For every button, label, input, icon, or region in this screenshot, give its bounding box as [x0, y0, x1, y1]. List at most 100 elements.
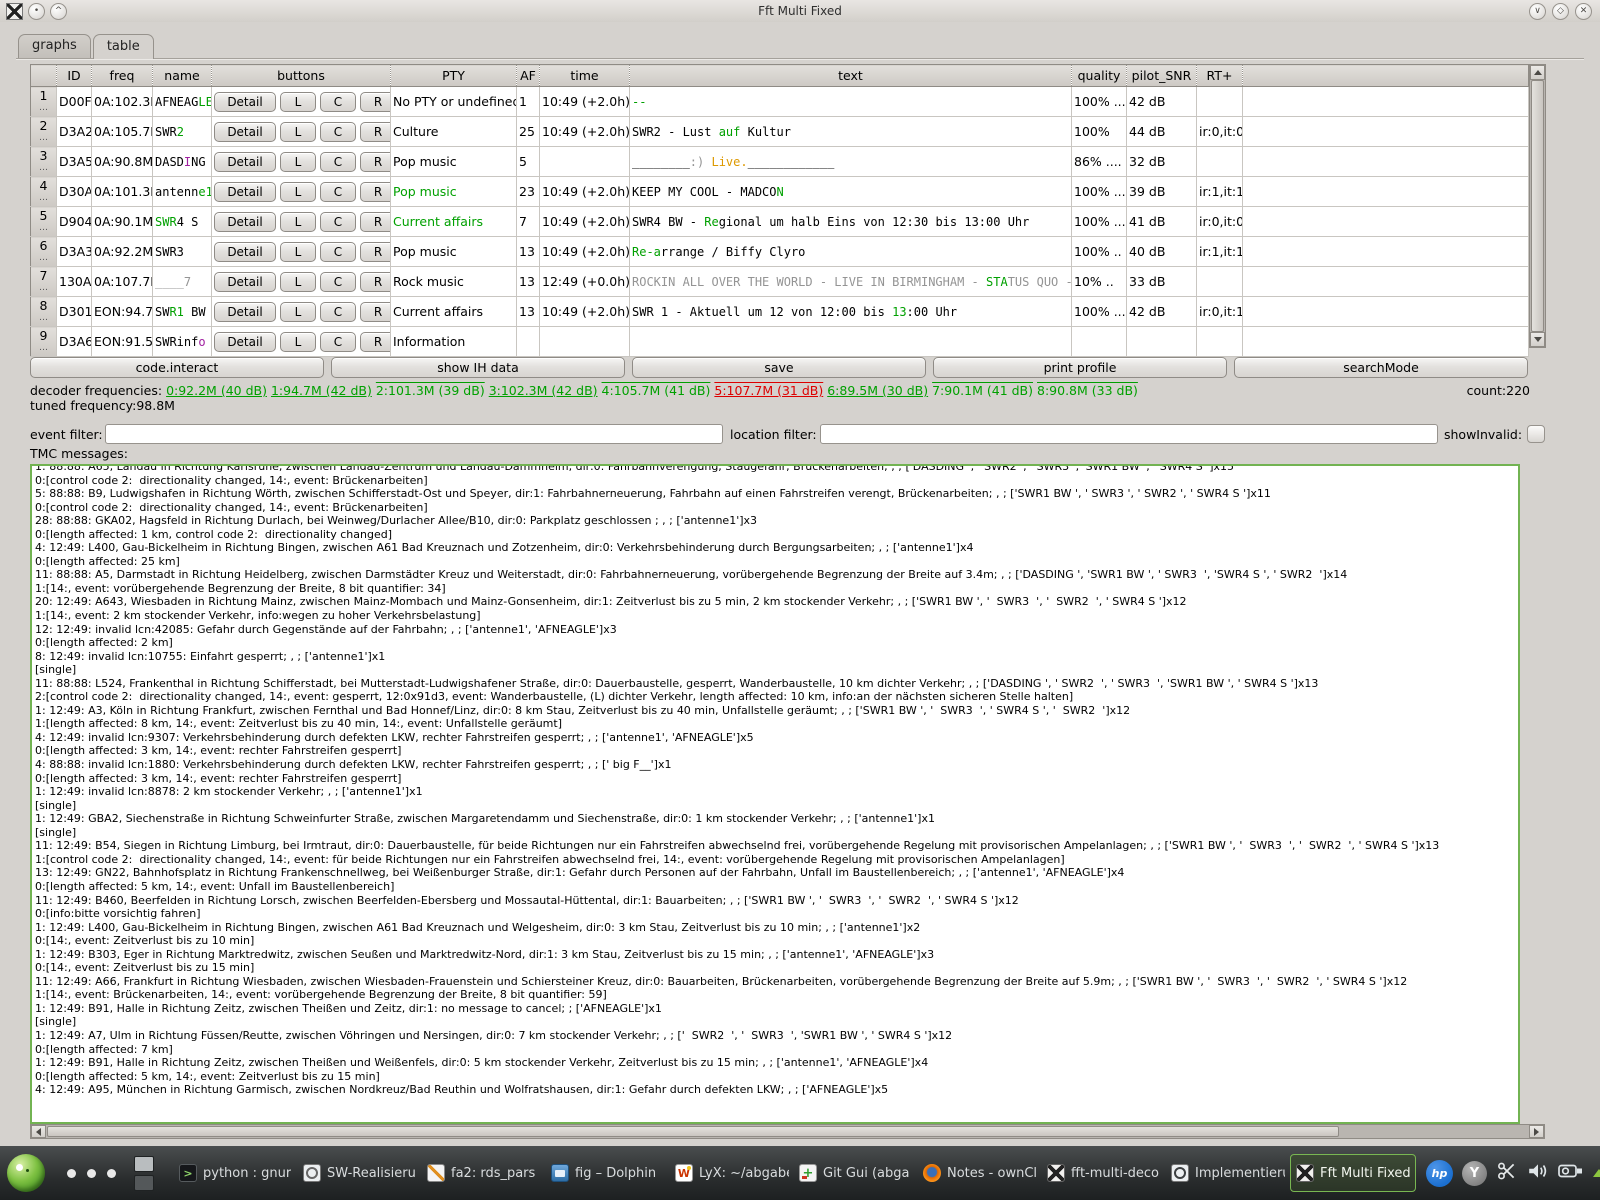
hp-logo-icon[interactable]: hp [1426, 1160, 1453, 1187]
taskbar-item-implementieru[interactable]: Implementieru [1166, 1155, 1290, 1191]
row-header[interactable]: 2… [31, 117, 57, 147]
c-button[interactable]: C [320, 212, 356, 232]
battery-icon[interactable] [1558, 1162, 1584, 1184]
scroll-up-button[interactable] [1530, 65, 1545, 80]
l-button[interactable]: L [280, 332, 316, 352]
detail-button[interactable]: Detail [214, 92, 276, 112]
l-button[interactable]: L [280, 272, 316, 292]
column-header-id[interactable]: ID [57, 65, 92, 87]
column-header-af[interactable]: AF [517, 65, 540, 87]
c-button[interactable]: C [320, 242, 356, 262]
l-button[interactable]: L [280, 122, 316, 142]
column-header-quality[interactable]: quality [1072, 65, 1127, 87]
r-button[interactable]: R [360, 152, 391, 172]
taskbar-item-fig-dolphin[interactable]: fig – Dolphin [546, 1155, 670, 1191]
tray-expand-arrow-icon[interactable] [1593, 1169, 1600, 1177]
desktop-2-button[interactable] [134, 1175, 154, 1191]
search-mode-button[interactable]: searchMode [1234, 357, 1528, 378]
l-button[interactable]: L [280, 92, 316, 112]
r-button[interactable]: R [360, 332, 391, 352]
event-filter-input[interactable] [105, 424, 723, 444]
c-button[interactable]: C [320, 152, 356, 172]
desktop-1-button[interactable] [134, 1156, 154, 1172]
taskbar-item-sw-realisieru[interactable]: SW-Realisieru [298, 1155, 422, 1191]
detail-button[interactable]: Detail [214, 272, 276, 292]
l-button[interactable]: L [280, 152, 316, 172]
taskbar-item-python-gnur[interactable]: >python : gnur [174, 1155, 298, 1191]
c-button[interactable]: C [320, 122, 356, 142]
detail-button[interactable]: Detail [214, 152, 276, 172]
row-header[interactable]: 3… [31, 147, 57, 177]
hscroll-left-button[interactable] [31, 1125, 46, 1138]
column-header-name[interactable]: name [153, 65, 212, 87]
r-button[interactable]: R [360, 242, 391, 262]
task-list: >python : gnurSW-Realisierufa2: rds_pars… [174, 1154, 1416, 1192]
r-button[interactable]: R [360, 182, 391, 202]
location-filter-input[interactable] [820, 424, 1438, 444]
taskbar-item-notes-owncl[interactable]: Notes - ownCl [918, 1155, 1042, 1191]
hscroll-right-button[interactable] [1529, 1125, 1544, 1138]
column-header-pilot-snr[interactable]: pilot_SNR [1127, 65, 1197, 87]
taskbar-item-fa2-rds-pars[interactable]: fa2: rds_pars [422, 1155, 546, 1191]
taskbar-item-git-gui-abga[interactable]: +Git Gui (abga [794, 1155, 918, 1191]
row-header[interactable]: 7… [31, 267, 57, 297]
cell-pilot-snr: 42 dB [1127, 297, 1197, 327]
hscroll-thumb[interactable] [47, 1126, 1339, 1137]
taskbar-item-lyx-abgabe[interactable]: WLyX: ~/abgabe [670, 1155, 794, 1191]
detail-button[interactable]: Detail [214, 212, 276, 232]
row-header[interactable]: 1… [31, 87, 57, 117]
vscroll-thumb[interactable] [1531, 80, 1544, 332]
column-header-buttons[interactable]: buttons [212, 65, 391, 87]
cell-buttons: DetailLCR [212, 297, 391, 327]
detail-button[interactable]: Detail [214, 122, 276, 142]
yast-icon[interactable]: Y [1462, 1161, 1487, 1186]
virtual-desktop-pager[interactable] [134, 1156, 154, 1191]
c-button[interactable]: C [320, 332, 356, 352]
table-vertical-scrollbar[interactable] [1529, 64, 1546, 348]
tmc-horizontal-scrollbar[interactable] [30, 1124, 1545, 1139]
tmc-messages-area[interactable]: 1: 88:88: A65, Landau in Richtung Karlsr… [30, 464, 1520, 1124]
c-button[interactable]: C [320, 302, 356, 322]
row-header[interactable]: 6… [31, 237, 57, 267]
klipper-scissors-icon[interactable] [1496, 1160, 1518, 1186]
l-button[interactable]: L [280, 242, 316, 262]
r-button[interactable]: R [360, 302, 391, 322]
row-header[interactable]: 8… [31, 297, 57, 327]
code-interact-button[interactable]: code.interact [30, 357, 324, 378]
r-button[interactable]: R [360, 92, 391, 112]
l-button[interactable]: L [280, 302, 316, 322]
taskbar-item-fft-multi-deco[interactable]: fft-multi-deco [1042, 1155, 1166, 1191]
tab-graphs[interactable]: graphs [18, 34, 91, 58]
detail-button[interactable]: Detail [214, 332, 276, 352]
row-header[interactable]: 5… [31, 207, 57, 237]
column-header-freq[interactable]: freq [92, 65, 153, 87]
show-ih-data-button[interactable]: show IH data [331, 357, 625, 378]
column-header-text[interactable]: text [630, 65, 1072, 87]
row-header[interactable]: 4… [31, 177, 57, 207]
taskbar-item-fft-multi-fixed[interactable]: Fft Multi Fixed [1290, 1154, 1416, 1192]
r-button[interactable]: R [360, 272, 391, 292]
r-button[interactable]: R [360, 122, 391, 142]
scroll-down-button[interactable] [1530, 332, 1545, 347]
detail-button[interactable]: Detail [214, 182, 276, 202]
print-profile-button[interactable]: print profile [933, 357, 1227, 378]
column-header-time[interactable]: time [540, 65, 630, 87]
cell-time: 10:49 (+2.0h) [540, 177, 630, 207]
c-button[interactable]: C [320, 272, 356, 292]
tab-table[interactable]: table [93, 34, 154, 59]
application-launcher-icon[interactable] [7, 1154, 45, 1192]
l-button[interactable]: L [280, 212, 316, 232]
save-button[interactable]: save [632, 357, 926, 378]
show-invalid-checkbox[interactable] [1527, 425, 1545, 443]
c-button[interactable]: C [320, 182, 356, 202]
cell-name: antenne1 [153, 177, 212, 207]
detail-button[interactable]: Detail [214, 302, 276, 322]
column-header-rt-[interactable]: RT+ [1197, 65, 1243, 87]
c-button[interactable]: C [320, 92, 356, 112]
l-button[interactable]: L [280, 182, 316, 202]
volume-icon[interactable] [1527, 1160, 1549, 1186]
column-header-pty[interactable]: PTY [391, 65, 517, 87]
r-button[interactable]: R [360, 212, 391, 232]
row-header[interactable]: 9… [31, 327, 57, 357]
detail-button[interactable]: Detail [214, 242, 276, 262]
